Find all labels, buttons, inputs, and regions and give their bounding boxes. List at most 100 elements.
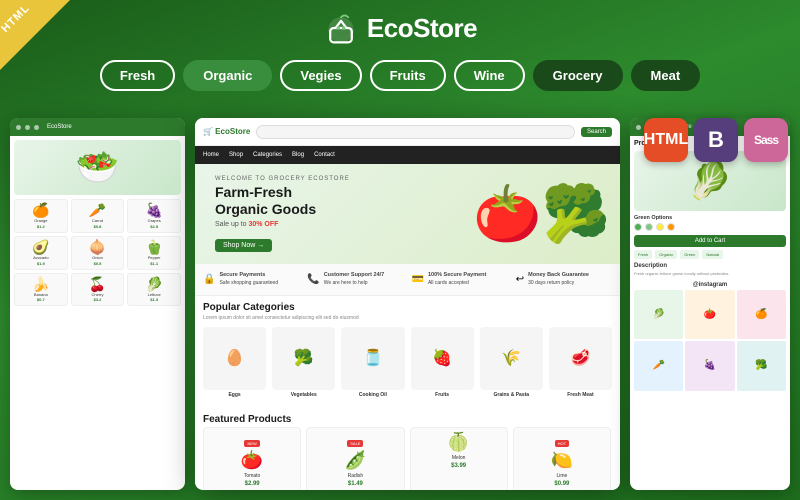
insta-grid: 🥬🍅🍊🥕🍇🥦	[634, 290, 786, 391]
product-name: Radish	[311, 473, 399, 479]
header: EcoStore Fresh Organic Vegies Fruits Wine Gro…	[0, 0, 800, 120]
hero-subtitle: Sale up to 30% OFF	[215, 221, 350, 228]
category-image: 🥦	[272, 327, 335, 390]
category-name: Fresh Meat	[549, 392, 612, 398]
color-swatches	[634, 223, 786, 231]
color-swatch[interactable]	[656, 223, 664, 231]
instagram-item: 🥬	[634, 290, 683, 339]
nav-item-home[interactable]: Home	[203, 152, 219, 158]
dot2	[25, 125, 30, 130]
table-row[interactable]: HOT 🍋 Lime $0.99	[513, 427, 611, 490]
category-item[interactable]: 🌾 Grains & Pasta	[480, 327, 543, 398]
hero-text: WELCOME TO GROCERY ECOSTORE Farm-FreshOr…	[215, 176, 350, 252]
product-badge: SALE	[347, 440, 363, 447]
feature-desc: All cards accepted	[428, 280, 486, 287]
feature-item: 📞 Customer Support 24/7 We are here to h…	[307, 272, 403, 287]
list-item[interactable]: 🥬 Lettuce $1.3	[127, 273, 181, 307]
nav-pill-fruits[interactable]: Fruits	[370, 60, 446, 91]
instagram-item: 🍅	[685, 290, 734, 339]
nav-pill-vegies[interactable]: Vegies	[280, 60, 361, 91]
category-item[interactable]: 🥦 Vegetables	[272, 327, 335, 398]
feature-text: Secure Payments Safe shopping guaranteed	[219, 272, 278, 287]
product-icon: 🍇	[131, 203, 177, 217]
add-to-cart-btn[interactable]: Add to Cart	[634, 235, 786, 247]
desc-title: Description	[634, 263, 786, 269]
nav-pill-meat[interactable]: Meat	[631, 60, 701, 91]
hero-discount: 30% OFF	[248, 221, 278, 228]
hero-cta-btn[interactable]: Shop Now →	[215, 239, 272, 252]
category-item[interactable]: 🍓 Fruits	[411, 327, 474, 398]
feature-title: 100% Secure Payment	[428, 272, 486, 280]
product-tag: Green	[680, 250, 699, 259]
category-name: Cooking Oil	[341, 392, 404, 398]
featured-products-list: NEW 🍅 Tomato $2.99SALE 🫛 Radish $1.49 🍈 …	[203, 427, 612, 490]
list-item[interactable]: 🍇 Grapes $2.5	[127, 199, 181, 233]
table-row[interactable]: NEW 🍅 Tomato $2.99	[203, 427, 301, 490]
feature-item: 🔒 Secure Payments Safe shopping guarante…	[203, 272, 299, 287]
product-tag: Fresh	[634, 250, 652, 259]
categories-subtitle: Lorem ipsum dolor sit amet consectetur a…	[203, 315, 612, 321]
category-name: Vegetables	[272, 392, 335, 398]
list-item[interactable]: 🍊 Orange $1.2	[14, 199, 68, 233]
color-swatch[interactable]	[634, 223, 642, 231]
table-row[interactable]: SALE 🫛 Radish $1.49	[306, 427, 404, 490]
center-search-bar[interactable]	[256, 125, 575, 139]
list-item[interactable]: 🍌 Banana $0.7	[14, 273, 68, 307]
product-price: $1.1	[131, 261, 177, 266]
mockup-left: EcoStore 🥗 🍊 Orange $1.2🥕 Carrot $0.8🍇 G…	[10, 118, 185, 490]
feature-icon: 📞	[307, 274, 319, 285]
logo-area: EcoStore	[323, 10, 477, 46]
product-icon: 🍌	[18, 277, 64, 291]
left-hero-emoji: 🥗	[76, 147, 120, 188]
category-image: 🍓	[411, 327, 474, 390]
feature-title: Customer Support 24/7	[324, 272, 385, 280]
mockup-right: EcoStore Product Detail 🥬 Green Options …	[630, 118, 790, 490]
nav-pill-grocery[interactable]: Grocery	[533, 60, 623, 91]
list-item[interactable]: 🧅 Onion $0.5	[71, 236, 125, 270]
nav-item-shop[interactable]: Shop	[229, 152, 243, 158]
hero-title: Farm-FreshOrganic Goods	[215, 184, 350, 218]
category-item[interactable]: 🫙 Cooking Oil	[341, 327, 404, 398]
category-item[interactable]: 🥩 Fresh Meat	[549, 327, 612, 398]
feature-text: Customer Support 24/7 We are here to hel…	[324, 272, 385, 287]
nav-item-categories[interactable]: Categories	[253, 152, 282, 158]
feature-icon: ↩	[516, 274, 524, 285]
product-badge: NEW	[244, 440, 259, 447]
product-tag: Natural	[702, 250, 723, 259]
product-icon: 🍒	[75, 277, 121, 291]
list-item[interactable]: 🍒 Cherry $3.2	[71, 273, 125, 307]
product-price: $2.5	[131, 224, 177, 229]
nav-item-contact[interactable]: Contact	[314, 152, 335, 158]
instagram-item: 🍇	[685, 341, 734, 390]
product-icon: 🥕	[75, 203, 121, 217]
list-item[interactable]: 🥕 Carrot $0.8	[71, 199, 125, 233]
category-image: 🥩	[549, 327, 612, 390]
nav-pill-organic[interactable]: Organic	[183, 60, 272, 91]
nav-pill-wine[interactable]: Wine	[454, 60, 525, 91]
hero-image: 🍅🥦	[473, 187, 610, 242]
color-swatch[interactable]	[645, 223, 653, 231]
product-tags: FreshOrganicGreenNatural	[634, 250, 786, 259]
instagram-item: 🥦	[737, 341, 786, 390]
dot1	[16, 125, 21, 130]
product-image: 🍈	[415, 432, 503, 453]
featured-section: Featured Products NEW 🍅 Tomato $2.99SALE…	[195, 408, 620, 490]
category-item[interactable]: 🥚 Eggs	[203, 327, 266, 398]
list-item[interactable]: 🫑 Pepper $1.1	[127, 236, 181, 270]
product-price: $1.3	[131, 297, 177, 302]
table-row[interactable]: 🍈 Melon $3.99	[410, 427, 508, 490]
product-price: $0.5	[75, 261, 121, 266]
color-swatch[interactable]	[667, 223, 675, 231]
center-search-btn[interactable]: Search	[581, 127, 612, 137]
product-price: $0.7	[18, 297, 64, 302]
nav-pill-fresh[interactable]: Fresh	[100, 60, 175, 91]
instagram-item: 🍊	[737, 290, 786, 339]
product-price: $1.49	[311, 481, 399, 487]
nav-item-blog[interactable]: Blog	[292, 152, 304, 158]
product-icon: 🧅	[75, 240, 121, 254]
mockup-right-body: Product Detail 🥬 Green Options Add to Ca…	[630, 136, 790, 395]
main-content: EcoStore 🥗 🍊 Orange $1.2🥕 Carrot $0.8🍇 G…	[0, 118, 800, 500]
list-item[interactable]: 🥑 Avocado $1.9	[14, 236, 68, 270]
product-badge: HOT	[555, 440, 569, 447]
product-icon: 🍊	[18, 203, 64, 217]
